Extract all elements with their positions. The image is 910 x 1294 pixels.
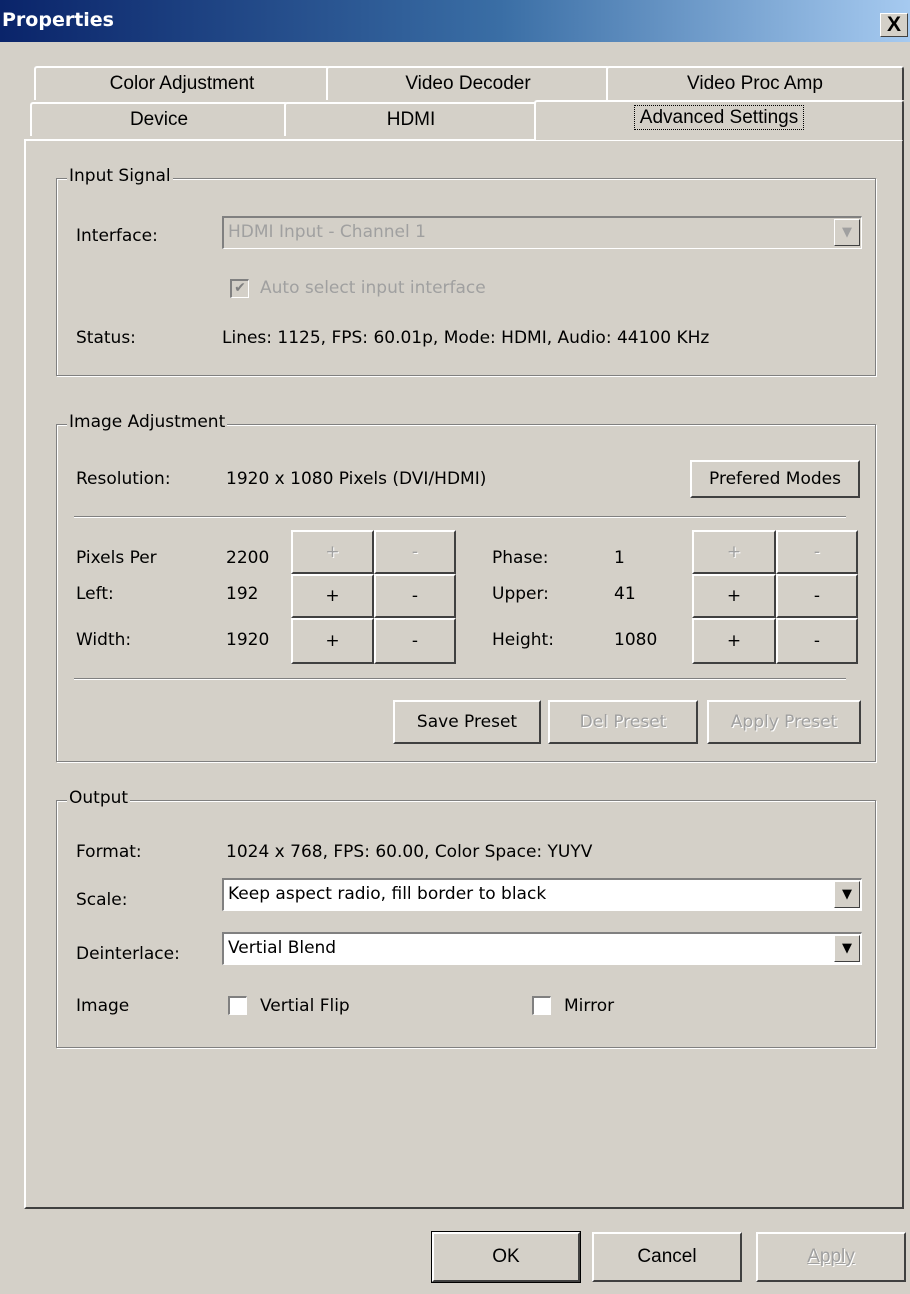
vertial-flip-checkbox[interactable] bbox=[228, 996, 247, 1015]
deinterlace-value: Vertial Blend bbox=[228, 938, 337, 958]
interface-label: Interface: bbox=[76, 226, 158, 246]
apply-button[interactable]: Apply bbox=[756, 1232, 906, 1282]
output-legend: Output bbox=[67, 788, 131, 808]
width-value: 1920 bbox=[226, 630, 270, 650]
resolution-value: 1920 x 1080 Pixels (DVI/HDMI) bbox=[226, 469, 487, 489]
chevron-down-icon: ▼ bbox=[834, 881, 860, 908]
checkmark-icon: ✔ bbox=[234, 280, 246, 296]
scale-value: Keep aspect radio, fill border to black bbox=[228, 884, 547, 904]
mirror-label: Mirror bbox=[564, 996, 615, 1016]
left-label: Left: bbox=[76, 584, 114, 604]
tab-label: HDMI bbox=[386, 109, 436, 130]
height-minus-button[interactable]: - bbox=[776, 618, 858, 664]
output-group: Output bbox=[56, 788, 876, 1048]
pixels-per-minus-button[interactable]: - bbox=[374, 530, 456, 574]
deinterlace-select[interactable]: Vertial Blend ▼ bbox=[222, 932, 862, 965]
upper-plus-button[interactable]: + bbox=[692, 574, 776, 618]
tab-advanced-settings[interactable]: Advanced Settings bbox=[534, 100, 904, 140]
tab-video-proc-amp[interactable]: Video Proc Amp bbox=[606, 66, 904, 100]
divider bbox=[74, 678, 846, 680]
tab-label: Device bbox=[129, 109, 189, 130]
tab-video-decoder[interactable]: Video Decoder bbox=[326, 66, 610, 100]
upper-minus-button[interactable]: - bbox=[776, 574, 858, 618]
left-value: 192 bbox=[226, 584, 259, 604]
upper-label: Upper: bbox=[492, 584, 549, 604]
phase-label: Phase: bbox=[492, 548, 549, 568]
auto-select-checkbox[interactable]: ✔ bbox=[230, 279, 249, 298]
del-preset-button[interactable]: Del Preset bbox=[548, 700, 698, 744]
height-value: 1080 bbox=[614, 630, 658, 650]
deinterlace-label: Deinterlace: bbox=[76, 944, 180, 964]
tab-label: Color Adjustment bbox=[109, 73, 255, 94]
vertial-flip-label: Vertial Flip bbox=[260, 996, 350, 1016]
prefered-modes-button[interactable]: Prefered Modes bbox=[690, 460, 860, 498]
save-preset-button[interactable]: Save Preset bbox=[393, 700, 541, 744]
chevron-down-icon: ▼ bbox=[834, 935, 860, 962]
pixels-per-label: Pixels Per bbox=[76, 548, 157, 568]
format-value: 1024 x 768, FPS: 60.00, Color Space: YUY… bbox=[226, 842, 593, 862]
tab-label: Video Proc Amp bbox=[687, 73, 823, 94]
ok-button[interactable]: OK bbox=[431, 1231, 581, 1283]
height-label: Height: bbox=[492, 630, 554, 650]
close-button[interactable]: X bbox=[880, 13, 908, 37]
tab-hdmi[interactable]: HDMI bbox=[284, 102, 538, 136]
width-plus-button[interactable]: + bbox=[291, 618, 374, 664]
divider bbox=[74, 516, 846, 518]
apply-label: Apply bbox=[807, 1246, 855, 1267]
phase-value: 1 bbox=[614, 548, 625, 568]
title-bar: Properties X bbox=[0, 0, 910, 42]
tab-color-adjustment[interactable]: Color Adjustment bbox=[34, 66, 330, 100]
left-minus-button[interactable]: - bbox=[374, 574, 456, 618]
input-signal-legend: Input Signal bbox=[67, 166, 173, 186]
pixels-per-value: 2200 bbox=[226, 548, 270, 568]
height-plus-button[interactable]: + bbox=[692, 618, 776, 664]
phase-minus-button[interactable]: - bbox=[776, 530, 858, 574]
width-minus-button[interactable]: - bbox=[374, 618, 456, 664]
window-title: Properties bbox=[2, 9, 114, 31]
image-adjustment-legend: Image Adjustment bbox=[67, 412, 228, 432]
auto-select-label: Auto select input interface bbox=[260, 278, 486, 298]
scale-select[interactable]: Keep aspect radio, fill border to black … bbox=[222, 878, 862, 911]
pixels-per-plus-button[interactable]: + bbox=[291, 530, 374, 574]
resolution-label: Resolution: bbox=[76, 469, 171, 489]
left-plus-button[interactable]: + bbox=[291, 574, 374, 618]
image-label: Image bbox=[76, 996, 130, 1016]
interface-select[interactable]: HDMI Input - Channel 1 ▼ bbox=[222, 216, 862, 249]
tab-label: Video Decoder bbox=[405, 73, 531, 94]
scale-label: Scale: bbox=[76, 890, 128, 910]
upper-value: 41 bbox=[614, 584, 636, 604]
apply-preset-button[interactable]: Apply Preset bbox=[707, 700, 861, 744]
chevron-down-icon: ▼ bbox=[834, 219, 860, 246]
mirror-checkbox[interactable] bbox=[532, 996, 551, 1015]
cancel-button[interactable]: Cancel bbox=[592, 1232, 742, 1282]
interface-value: HDMI Input - Channel 1 bbox=[228, 222, 426, 242]
status-value: Lines: 1125, FPS: 60.01p, Mode: HDMI, Au… bbox=[222, 328, 710, 348]
status-label: Status: bbox=[76, 328, 136, 348]
phase-plus-button[interactable]: + bbox=[692, 530, 776, 574]
tab-device[interactable]: Device bbox=[30, 102, 288, 136]
width-label: Width: bbox=[76, 630, 132, 650]
tab-label: Advanced Settings bbox=[633, 105, 805, 130]
format-label: Format: bbox=[76, 842, 142, 862]
